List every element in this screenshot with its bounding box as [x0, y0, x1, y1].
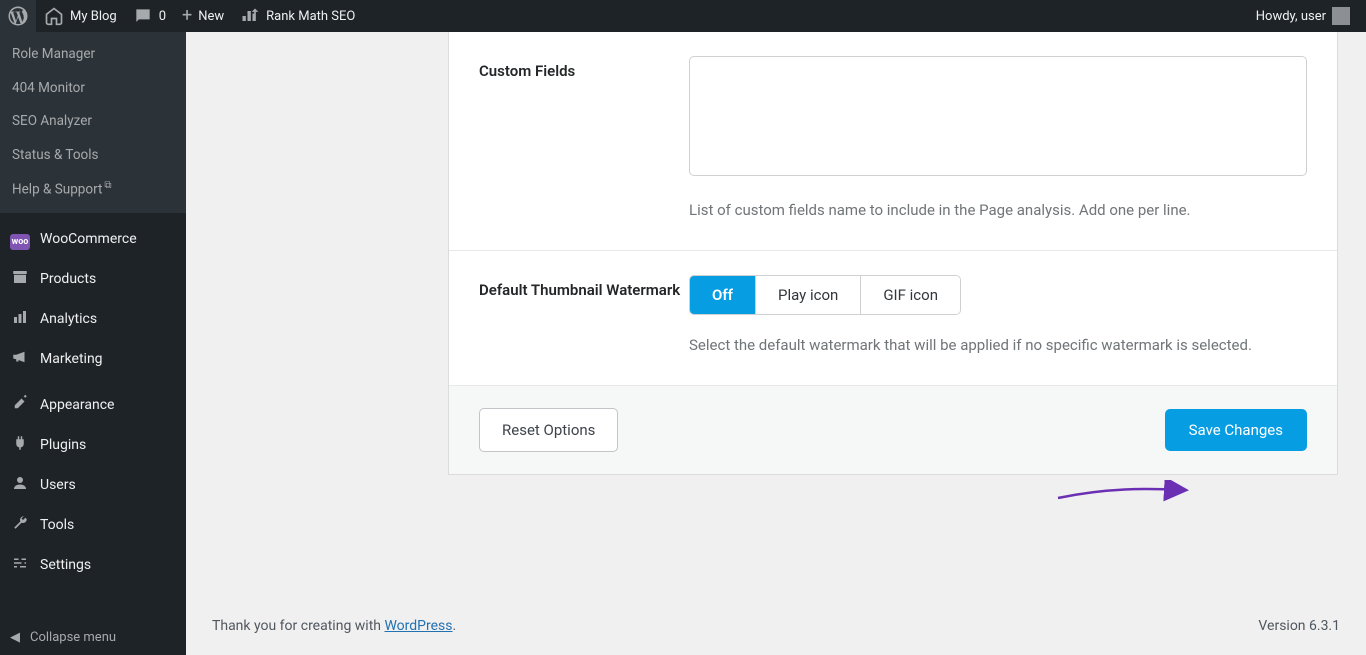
- comment-count: 0: [159, 9, 166, 24]
- footer-version: Version 6.3.1: [1258, 618, 1340, 634]
- sidebar-item-appearance[interactable]: Appearance: [0, 385, 186, 425]
- bars-icon: [10, 308, 30, 331]
- custom-fields-label: Custom Fields: [479, 56, 689, 222]
- new-label: New: [198, 9, 224, 24]
- sidebar-item-settings[interactable]: Settings: [0, 545, 186, 585]
- collapse-icon: ◀: [10, 630, 20, 645]
- sidebar-item-404-monitor[interactable]: 404 Monitor: [0, 72, 186, 106]
- admin-bar: My Blog 0 + New Rank Math SEO Howdy, use…: [0, 0, 1366, 32]
- plus-icon: +: [182, 7, 192, 25]
- footer-thankyou: Thank you for creating with WordPress.: [212, 618, 456, 634]
- sidebar-item-tools[interactable]: Tools: [0, 505, 186, 545]
- watermark-toggle: Off Play icon GIF icon: [689, 275, 961, 315]
- watermark-option-play[interactable]: Play icon: [756, 276, 861, 314]
- sidebar-item-plugins[interactable]: Plugins: [0, 425, 186, 465]
- home-icon: [44, 6, 64, 26]
- panel-footer: Reset Options Save Changes: [449, 385, 1337, 474]
- sidebar-item-woocommerce[interactable]: woo WooCommerce: [0, 219, 186, 259]
- admin-sidebar: Role Manager 404 Monitor SEO Analyzer St…: [0, 32, 186, 655]
- rank-math-submenu: Role Manager 404 Monitor SEO Analyzer St…: [0, 32, 186, 213]
- sidebar-item-analytics[interactable]: Analytics: [0, 299, 186, 339]
- site-title-link[interactable]: My Blog: [36, 0, 125, 32]
- avatar: [1332, 7, 1350, 25]
- sidebar-item-marketing[interactable]: Marketing: [0, 339, 186, 379]
- wordpress-icon: [8, 6, 28, 26]
- comments-link[interactable]: 0: [125, 0, 174, 32]
- watermark-desc: Select the default watermark that will b…: [689, 333, 1307, 357]
- annotation-arrow: [1056, 480, 1196, 504]
- external-link-icon: ⧉: [104, 180, 111, 191]
- howdy-text: Howdy, user: [1256, 9, 1326, 24]
- watermark-label: Default Thumbnail Watermark: [479, 275, 689, 357]
- save-button[interactable]: Save Changes: [1165, 409, 1307, 451]
- custom-fields-desc: List of custom fields name to include in…: [689, 198, 1307, 222]
- sidebar-item-products[interactable]: Products: [0, 259, 186, 299]
- comment-icon: [133, 6, 153, 26]
- sidebar-item-users[interactable]: Users: [0, 465, 186, 505]
- reset-button[interactable]: Reset Options: [479, 408, 618, 452]
- sliders-icon: [10, 554, 30, 577]
- archive-icon: [10, 268, 30, 291]
- custom-fields-textarea[interactable]: [689, 56, 1307, 176]
- wordpress-logo[interactable]: [0, 0, 36, 32]
- field-watermark: Default Thumbnail Watermark Off Play ico…: [449, 251, 1337, 385]
- watermark-option-off[interactable]: Off: [690, 276, 756, 314]
- rank-math-label: Rank Math SEO: [266, 9, 355, 24]
- sidebar-item-status-tools[interactable]: Status & Tools: [0, 139, 186, 173]
- watermark-option-gif[interactable]: GIF icon: [861, 276, 960, 314]
- megaphone-icon: [10, 348, 30, 371]
- plug-icon: [10, 434, 30, 457]
- sidebar-item-role-manager[interactable]: Role Manager: [0, 38, 186, 72]
- sidebar-item-seo-analyzer[interactable]: SEO Analyzer: [0, 105, 186, 139]
- wrench-icon: [10, 514, 30, 537]
- wordpress-link[interactable]: WordPress: [384, 618, 452, 634]
- user-menu[interactable]: Howdy, user: [1248, 0, 1358, 32]
- collapse-menu[interactable]: ◀ Collapse menu: [0, 619, 186, 655]
- sidebar-item-help-support[interactable]: Help & Support⧉: [0, 172, 186, 207]
- field-custom-fields: Custom Fields List of custom fields name…: [449, 32, 1337, 251]
- rank-math-icon: [240, 6, 260, 26]
- site-title: My Blog: [70, 9, 117, 24]
- settings-panel: Custom Fields List of custom fields name…: [448, 32, 1338, 475]
- wp-footer: Thank you for creating with WordPress. V…: [186, 597, 1366, 655]
- brush-icon: [10, 394, 30, 417]
- new-link[interactable]: + New: [174, 0, 232, 32]
- person-icon: [10, 474, 30, 497]
- woocommerce-icon: woo: [10, 228, 30, 250]
- rank-math-link[interactable]: Rank Math SEO: [232, 0, 363, 32]
